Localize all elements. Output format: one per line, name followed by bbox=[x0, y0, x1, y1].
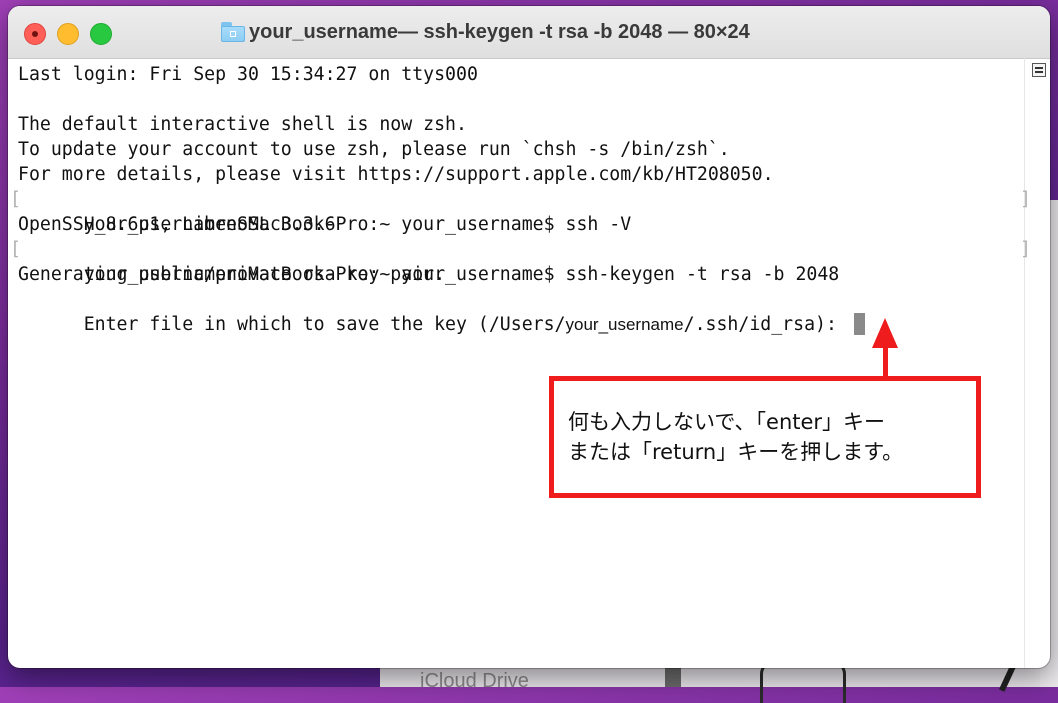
line-mark-left: [ bbox=[10, 189, 21, 210]
text-cursor[interactable] bbox=[853, 313, 865, 335]
prompt-username: your_username bbox=[565, 315, 684, 334]
window-title: your_username — ssh-keygen -t rsa -b 204… bbox=[220, 18, 750, 46]
terminal-line: OpenSSH_8.6p1, LibreSSL 3.3.6 bbox=[18, 214, 336, 235]
terminal-line: Last login: Fri Sep 30 15:34:27 on ttys0… bbox=[18, 64, 478, 85]
terminal-line: To update your account to use zsh, pleas… bbox=[18, 139, 730, 160]
annotation-callout: 何も入力しないで、「enter」キー または「return」キーを押します。 bbox=[549, 376, 981, 498]
zoom-button[interactable] bbox=[90, 23, 112, 45]
terminal-line-marked: [your_usernamenoMacBook-Pro:~ your_usern… bbox=[10, 237, 1031, 285]
arrow-shaft bbox=[883, 345, 888, 379]
line-mark-left: [ bbox=[10, 239, 21, 260]
scrollbar-track[interactable] bbox=[1024, 58, 1025, 668]
minimize-button[interactable] bbox=[57, 23, 79, 45]
terminal-line: For more details, please visit https://s… bbox=[18, 164, 774, 185]
terminal-line: Generating public/private rsa key pair. bbox=[18, 264, 446, 285]
callout-line: 何も入力しないで、「enter」キー bbox=[568, 410, 886, 434]
window-title-command: — ssh-keygen -t rsa -b 2048 — 80×24 bbox=[397, 20, 750, 43]
terminal-line: The default interactive shell is now zsh… bbox=[18, 114, 467, 135]
arrow-up-icon bbox=[872, 318, 898, 348]
terminal-prompt-line[interactable]: Enter file in which to save the key (/Us… bbox=[18, 287, 1018, 335]
home-folder-icon bbox=[220, 21, 246, 43]
callout-text: 何も入力しないで、「enter」キー または「return」キーを押します。 bbox=[568, 407, 968, 467]
callout-line: または「return」キーを押します。 bbox=[568, 440, 904, 464]
title-bar[interactable]: your_username — ssh-keygen -t rsa -b 204… bbox=[8, 6, 1050, 59]
window-title-folder: your_username bbox=[249, 20, 398, 43]
prompt-prefix: Enter file in which to save the key (/Us… bbox=[83, 314, 566, 335]
terminal-output[interactable]: Last login: Fri Sep 30 15:34:27 on ttys0… bbox=[10, 62, 1031, 335]
line-mark-right: ] bbox=[1020, 239, 1031, 260]
terminal-line-marked: [your_usernamenoMacBook-Pro:~ your_usern… bbox=[10, 187, 1031, 235]
prompt-suffix: /.ssh/id_rsa): bbox=[683, 314, 848, 335]
background-peek-text: iCloud Drive bbox=[420, 670, 529, 692]
line-mark-right: ] bbox=[1020, 189, 1031, 210]
marks-icon[interactable] bbox=[1032, 63, 1046, 77]
close-button[interactable] bbox=[24, 23, 46, 45]
